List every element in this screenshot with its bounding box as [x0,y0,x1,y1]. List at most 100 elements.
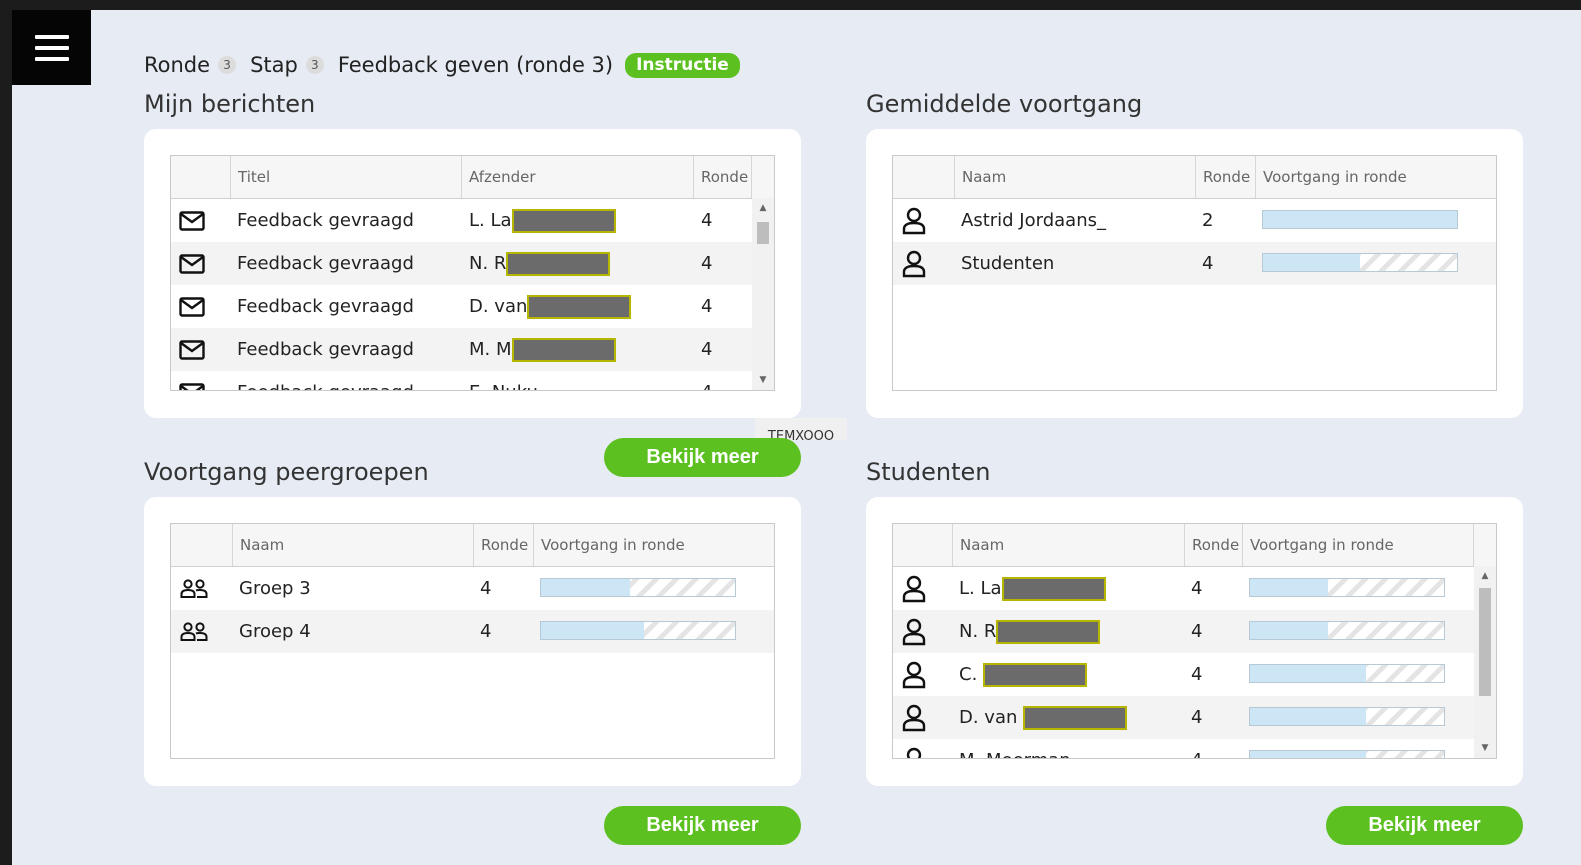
col-round[interactable]: Ronde [474,524,534,566]
scroll-down-icon[interactable]: ▼ [1474,738,1496,758]
progress-bar [1249,664,1445,683]
table-row[interactable]: Groep 3 4 [171,567,774,610]
table-row[interactable]: Feedback gevraagd D. van 4 [171,285,752,328]
user-name: Studenten [961,253,1055,274]
envelope-icon [171,242,213,285]
table-row[interactable]: Feedback gevraagd M. M 4 [171,328,752,371]
user-icon [893,739,935,758]
group-round: 4 [480,621,492,642]
message-round: 4 [701,296,713,317]
step-title: Feedback geven (ronde 3) [337,53,614,77]
round-number: 3 [218,56,237,74]
table-row[interactable]: Astrid Jordaans_ 2 [893,199,1496,242]
message-round: 4 [701,371,741,390]
col-name[interactable]: Naam [955,156,1196,198]
col-icon [171,524,233,566]
student-round: 4 [1191,578,1203,599]
col-progress[interactable]: Voortgang in ronde [1243,524,1474,566]
peer-groups-section-title: Voortgang peergroepen [144,458,429,486]
col-progress[interactable]: Voortgang in ronde [534,524,774,566]
peer-groups-more-button[interactable]: Bekijk meer [604,806,801,845]
messages-more-button[interactable]: Bekijk meer [604,438,801,477]
progress-bar [540,578,736,597]
breadcrumb: Ronde 3 Stap 3 Feedback geven (ronde 3) … [144,50,740,80]
group-name: Groep 4 [239,621,311,642]
scroll-thumb[interactable] [1479,588,1491,696]
group-icon [173,610,215,653]
student-name: D. van [959,696,1189,739]
col-sender[interactable]: Afzender [462,156,694,198]
messages-card: Titel Afzender Ronde Feedback gevraagd L… [144,129,801,418]
step-label: Stap [250,53,298,77]
col-progress[interactable]: Voortgang in ronde [1256,156,1496,198]
table-row[interactable]: Studenten 4 [893,242,1496,285]
group-name: Groep 3 [239,578,311,599]
col-round[interactable]: Ronde [1196,156,1256,198]
table-row[interactable]: M. Meerman 4 [893,739,1474,758]
message-round: 4 [701,339,713,360]
envelope-icon [171,328,213,371]
average-progress-table-header: Naam Ronde Voortgang in ronde [893,156,1496,199]
user-icon [893,696,935,739]
scroll-up-icon[interactable]: ▲ [752,198,774,218]
user-round: 2 [1202,210,1214,231]
student-round: 4 [1191,707,1203,728]
student-name: C. [959,653,1179,696]
user-round: 4 [1202,253,1214,274]
table-row[interactable]: D. van 4 [893,696,1474,739]
user-icon [893,242,935,285]
envelope-icon [171,371,213,390]
instruction-badge[interactable]: Instructie [625,52,740,78]
table-row[interactable]: Feedback gevraagd N. R 4 [171,242,752,285]
average-progress-table: Naam Ronde Voortgang in ronde Astrid Jor… [892,155,1497,391]
message-round: 4 [701,210,713,231]
students-scrollbar[interactable]: ▲ ▼ [1474,566,1496,758]
group-icon [173,567,215,610]
message-title: Feedback gevraagd [237,371,457,390]
average-progress-section-title: Gemiddelde voortgang [866,90,1143,118]
students-more-button[interactable]: Bekijk meer [1326,806,1523,845]
progress-bar [1262,253,1458,272]
col-title[interactable]: Titel [231,156,462,198]
user-name: Astrid Jordaans_ [961,210,1106,231]
students-card: Naam Ronde Voortgang in ronde L. La 4 N.… [866,497,1523,786]
student-round: 4 [1191,739,1231,758]
progress-bar [1249,707,1445,726]
scroll-thumb[interactable] [757,222,769,244]
message-title: Feedback gevraagd [237,296,414,317]
student-name: L. La [959,567,1179,610]
table-row[interactable]: L. La 4 [893,567,1474,610]
col-name[interactable]: Naam [233,524,474,566]
messages-table-header: Titel Afzender Ronde [171,156,774,199]
scroll-up-icon[interactable]: ▲ [1474,566,1496,586]
students-section-title: Studenten [866,458,991,486]
student-round: 4 [1191,664,1203,685]
table-row[interactable]: N. R 4 [893,610,1474,653]
message-sender: L. La [469,199,689,242]
menu-icon[interactable] [12,10,91,85]
message-round: 4 [701,253,713,274]
message-sender: E. Nuku [469,371,689,390]
envelope-icon [171,199,213,242]
messages-table: Titel Afzender Ronde Feedback gevraagd L… [170,155,775,391]
peer-groups-card: Naam Ronde Voortgang in ronde Groep 3 4 … [144,497,801,786]
user-icon [893,653,935,696]
student-round: 4 [1191,621,1203,642]
progress-bar [540,621,736,640]
table-row[interactable]: Groep 4 4 [171,610,774,653]
message-sender: D. van [469,285,694,328]
col-name[interactable]: Naam [953,524,1185,566]
message-sender: N. R [469,242,689,285]
col-icon [171,156,231,198]
peer-groups-table: Naam Ronde Voortgang in ronde Groep 3 4 … [170,523,775,759]
messages-scrollbar[interactable]: ▲ ▼ [752,198,774,390]
students-table: Naam Ronde Voortgang in ronde L. La 4 N.… [892,523,1497,759]
user-icon [893,199,935,242]
col-round[interactable]: Ronde [1185,524,1243,566]
students-table-header: Naam Ronde Voortgang in ronde [893,524,1496,567]
table-row[interactable]: Feedback gevraagd E. Nuku 4 [171,371,752,390]
scroll-down-icon[interactable]: ▼ [752,370,774,390]
table-row[interactable]: Feedback gevraagd L. La 4 [171,199,752,242]
col-round[interactable]: Ronde [694,156,752,198]
table-row[interactable]: C. 4 [893,653,1474,696]
